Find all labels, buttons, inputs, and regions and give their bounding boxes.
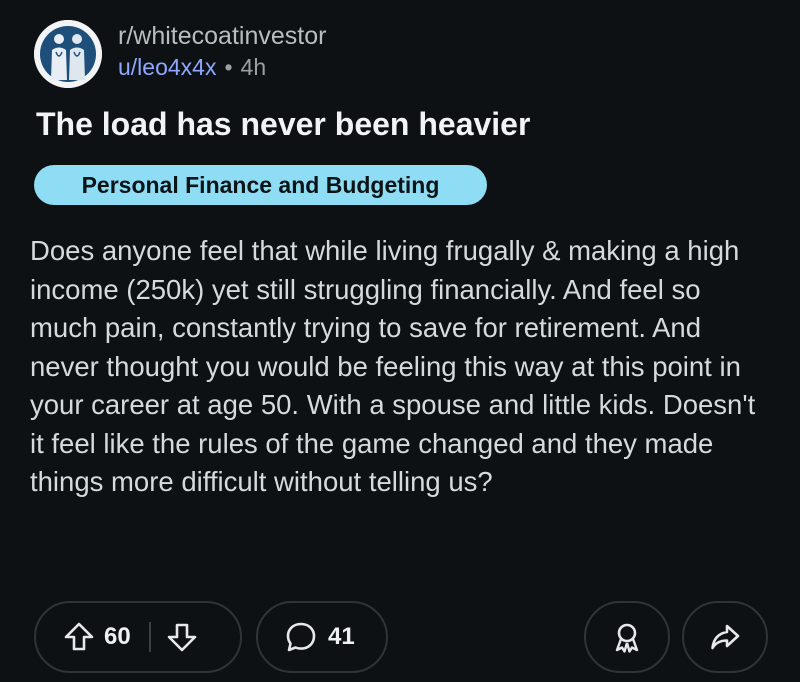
post-meta: u/leo4x4x • 4h — [118, 54, 266, 81]
post-title[interactable]: The load has never been heavier — [36, 106, 530, 143]
downvote-button[interactable] — [165, 620, 199, 654]
arrow-up-icon — [64, 622, 94, 651]
comment-bubble-icon — [284, 620, 318, 654]
comment-count: 41 — [328, 623, 355, 650]
author-link[interactable]: u/leo4x4x — [118, 54, 216, 80]
post-age: 4h — [240, 54, 267, 80]
post-flair[interactable]: Personal Finance and Budgeting — [34, 165, 487, 205]
arrow-down-icon — [167, 623, 197, 652]
subreddit-name[interactable]: r/whitecoatinvestor — [118, 22, 326, 51]
subreddit-avatar[interactable] — [34, 20, 102, 88]
upvote-count: 60 — [104, 623, 131, 650]
doctors-logo-icon — [34, 20, 102, 88]
award-button[interactable] — [584, 601, 670, 673]
meta-separator: • — [224, 54, 233, 80]
post-body: Does anyone feel that while living fruga… — [30, 235, 756, 497]
vote-control: 60 — [34, 601, 242, 673]
award-icon — [610, 620, 644, 654]
comments-button[interactable]: 41 — [256, 601, 388, 673]
upvote-button[interactable] — [62, 620, 96, 654]
share-button[interactable] — [682, 601, 768, 673]
vote-divider — [148, 622, 151, 652]
share-icon — [708, 620, 742, 654]
